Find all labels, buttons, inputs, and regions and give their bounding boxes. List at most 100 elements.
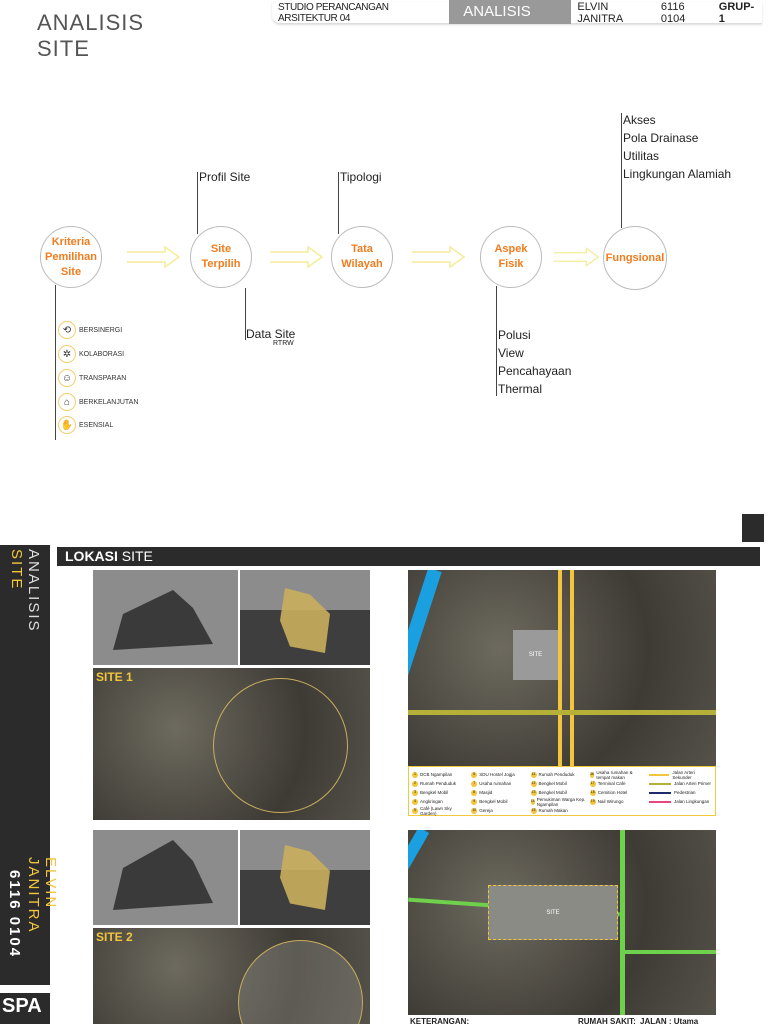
collaboration-icon: ✲ [58, 345, 76, 363]
legend-item: 3 Bengkel Mobil [412, 788, 469, 797]
legend-text: DCB Ngampilan [420, 772, 453, 777]
criteria-label: KOLABORASI [79, 350, 125, 358]
legend-text: Nail Wirungo [597, 799, 624, 804]
legend-item: 11 Rumah Penduduk [530, 770, 588, 779]
legend-number: 1 [412, 771, 418, 778]
legend-text: Bengkel Mobil [479, 799, 508, 804]
road-legend: Jalan Arteri Sekunder Jalan Arteri Primer… [649, 770, 712, 815]
legend-text: Masjid [479, 790, 493, 795]
list-item: Pola Drainase [623, 131, 699, 145]
city-map [240, 830, 370, 925]
legend-text: Rumah Penduduk [420, 781, 457, 786]
legend-column: 6 SDU Hostel Jogja 7 Usaha rumahan 8 Masjid 9 B… [471, 770, 528, 815]
region-map [93, 830, 238, 925]
legend-item: 19 Nail Wirungo [589, 797, 647, 806]
legend-number: 4 [412, 798, 418, 805]
step-label: Kriteria Pemilihan Site [45, 235, 97, 278]
step-fungsional: Fungsional [603, 226, 667, 290]
legend-column: 1 DCB Ngampilan 2 Rumah Penduduk 3 Bengkel Mo… [412, 770, 469, 816]
arrow-icon [127, 245, 181, 269]
house-icon: ⌂ [58, 393, 76, 411]
fungsional-list: Akses Pola Drainase Utilitas Lingkungan Ala… [623, 111, 731, 183]
list-item: View [498, 346, 524, 360]
list-item: Polusi [498, 328, 531, 342]
legend-item: 7 Usaha rumahan [471, 779, 528, 788]
step-label: Aspek Fisik [494, 243, 528, 270]
legend-text: Rumah Makan [538, 808, 568, 813]
label-rtrw: RTRW [273, 340, 294, 347]
step-site-terpilih: Site Terpilih [190, 226, 252, 288]
road-label: Pedestrian [674, 790, 696, 795]
legend-number: 13 [530, 789, 537, 796]
legend-number: 14 [530, 798, 535, 805]
synergy-icon: ⟲ [58, 321, 76, 339]
arrow-icon [412, 245, 466, 269]
corner-block [742, 514, 764, 542]
city-map [240, 570, 370, 665]
legend-item: 16 Usaha rumahan & tempat makan [589, 770, 647, 780]
site-1-aerial: SITE 1 [93, 668, 370, 820]
criteria-label: TRANSPARAN [79, 374, 127, 382]
road-legend-item: Jalan Arteri Primer [649, 779, 712, 788]
legend-number: 9 [471, 798, 478, 805]
label-tipologi: Tipologi [340, 170, 382, 184]
site-1-label: SITE 1 [96, 670, 133, 684]
legend-item: 14 Pemukiman Warga Kep. Ngampilan [530, 797, 588, 807]
legend-number: 16 [589, 771, 595, 778]
legend-text: SDU Hostel Jogja [479, 772, 515, 777]
map-legend: 1 DCB Ngampilan 2 Rumah Penduduk 3 Bengkel Mo… [408, 766, 716, 816]
label-profil-site: Profil Site [199, 170, 251, 184]
list-item: Utilitas [623, 149, 660, 163]
next-panel: SPA [0, 993, 50, 1024]
site-2-label: SITE 2 [96, 930, 133, 944]
legend-text: Rumah Penduduk [538, 772, 575, 777]
road-legend-item: Pedestrian [649, 788, 712, 797]
road-legend-item: Jalan Lingkungan [649, 797, 712, 806]
side-title-site: SITE [8, 549, 25, 591]
legend-text: Angkringan [420, 799, 443, 804]
criteria-item: ✋ ESENSIAL [58, 416, 113, 434]
author-name: ELVIN JANITRA [577, 0, 624, 25]
legend-text: Usaha rumahan [479, 781, 512, 786]
legend-item: 18 Cemition Hotel [589, 788, 647, 797]
legend-text: Cemition Hotel [597, 790, 628, 795]
group-label: GRUP-1 [718, 0, 755, 25]
step-label: Fungsional [605, 251, 665, 264]
road-swatch [649, 800, 672, 803]
legend-number: 10 [471, 807, 478, 814]
legend-number: 11 [530, 771, 537, 778]
legend-text: Gereja [479, 808, 493, 813]
connector-line [621, 113, 622, 228]
road-legend-item: Jalan Arteri Sekunder [649, 770, 712, 780]
rumah-sakit-label: RUMAH SAKIT: [578, 1017, 636, 1026]
section-label: ANALISIS SITE [449, 0, 572, 44]
criteria-item: ⟲ BERSINERGI [58, 321, 122, 339]
legend-number: 19 [589, 798, 596, 805]
legend-column: 16 Usaha rumahan & tempat makan 17 Terminal… [589, 770, 647, 815]
list-item: Thermal [498, 382, 543, 396]
criteria-item: ☺ TRANSPARAN [58, 369, 126, 387]
legend-item: 1 DCB Ngampilan [412, 770, 469, 779]
step-label: Site Terpilih [201, 243, 241, 270]
legend-item: 9 Bengkel Mobil [471, 797, 528, 806]
road-swatch [649, 782, 672, 785]
connector-line [496, 286, 497, 396]
legend-number: 8 [471, 789, 478, 796]
list-item: Lingkungan Alamiah [623, 167, 732, 181]
side-title: ANALISIS [25, 549, 42, 633]
transparency-icon: ☺ [58, 369, 76, 387]
legend-number: 15 [530, 807, 537, 814]
bar-bold: LOKASI [65, 548, 118, 564]
legend-text: Bengkel Mobil [420, 790, 449, 795]
legend-item: 5 Café (Lawn Sky Garden) [412, 806, 469, 816]
page-title: ANALISIS SITE [37, 10, 144, 62]
step-aspek-fisik: Aspek Fisik [480, 226, 542, 288]
jalan-label: JALAN : Utama [640, 1017, 699, 1026]
legend-column: 11 Rumah Penduduk 12 Bengkel Mobil 13 Bengkel… [530, 770, 588, 815]
list-item: Pencahayaan [498, 364, 572, 378]
keterangan-label: KETERANGAN: [410, 1017, 470, 1026]
legend-text: Bengkel Mobil [538, 790, 567, 795]
legend-item: 12 Bengkel Mobil [530, 779, 588, 788]
step-tata-wilayah: Tata Wilayah [331, 226, 393, 288]
legend-item: 17 Terminal Cafe [589, 779, 647, 788]
